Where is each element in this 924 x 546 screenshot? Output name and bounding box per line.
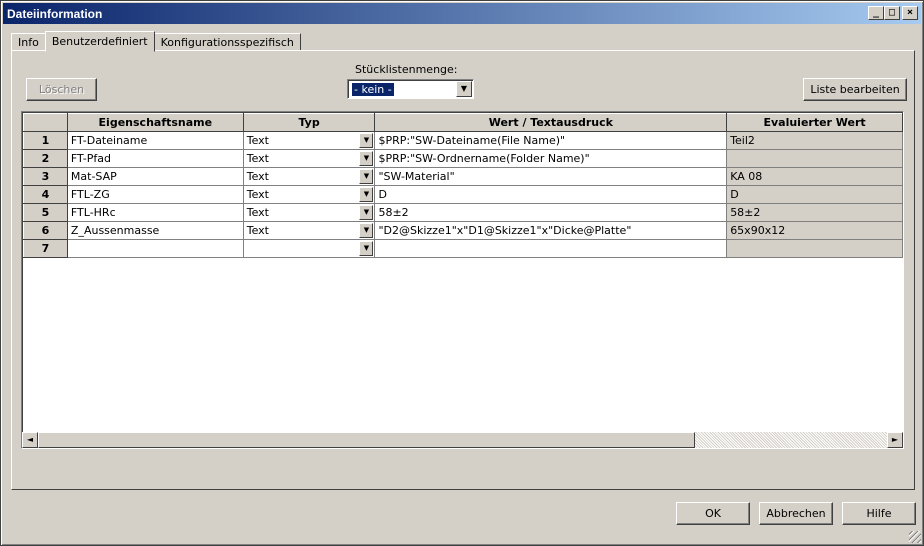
delete-button-label: Löschen [38, 83, 85, 96]
dropdown-arrow-icon[interactable]: ▼ [359, 169, 374, 184]
bom-quantity-label: Stücklistenmenge: [355, 63, 458, 76]
horizontal-scrollbar[interactable]: ◄ ► [22, 432, 903, 448]
help-button-label: Hilfe [866, 507, 892, 520]
type-value: Text [246, 134, 269, 147]
type-value: Text [246, 206, 269, 219]
close-button[interactable]: × [902, 6, 918, 20]
properties-grid: Eigenschaftsname Typ Wert / Textausdruck… [21, 111, 904, 449]
tab-info[interactable]: Info [11, 33, 46, 51]
header-row: Eigenschaftsname Typ Wert / Textausdruck… [23, 113, 903, 132]
value-cell[interactable]: $PRP:"SW-Ordnername(Folder Name)" [374, 149, 728, 168]
property-name-cell[interactable]: FTL-ZG [66, 185, 244, 204]
property-name-cell[interactable]: FTL-HRc [66, 203, 244, 222]
dropdown-arrow-icon[interactable]: ▼ [359, 187, 374, 202]
type-cell[interactable]: Text ▼ [242, 131, 376, 150]
scroll-right-icon[interactable]: ► [887, 432, 903, 448]
resize-grip-icon[interactable] [909, 531, 921, 543]
type-value: Text [246, 188, 269, 201]
tab-custom[interactable]: Benutzerdefiniert [44, 31, 155, 52]
maximize-button[interactable]: □ [884, 6, 900, 20]
edit-list-button-label: Liste bearbeiten [810, 83, 900, 96]
scroll-left-icon[interactable]: ◄ [22, 432, 38, 448]
row-number[interactable]: 7 [23, 239, 68, 258]
type-cell[interactable]: ▼ [242, 239, 376, 258]
scroll-thumb[interactable] [38, 432, 695, 448]
value-cell[interactable]: 58±2 [374, 203, 728, 222]
type-cell[interactable]: Text ▼ [242, 149, 376, 168]
value-cell[interactable]: $PRP:"SW-Dateiname(File Name)" [374, 131, 728, 150]
bom-quantity-value: - kein - [352, 83, 394, 96]
column-header-property-name[interactable]: Eigenschaftsname [66, 113, 244, 132]
edit-list-button[interactable]: Liste bearbeiten [803, 78, 907, 101]
cancel-button-label: Abbrechen [766, 507, 826, 520]
row-number[interactable]: 5 [23, 203, 68, 222]
property-name-cell[interactable]: FT-Pfad [66, 149, 244, 168]
table-row[interactable]: 5 FTL-HRc Text ▼ 58±2 58±2 [23, 203, 903, 222]
cancel-button[interactable]: Abbrechen [759, 502, 833, 525]
property-name-cell[interactable]: Mat-SAP [66, 167, 244, 186]
help-button[interactable]: Hilfe [842, 502, 916, 525]
corner-header[interactable] [23, 113, 68, 132]
title-bar[interactable]: Dateiinformation _ □ × [3, 3, 921, 24]
property-name-cell[interactable]: FT-Dateiname [66, 131, 244, 150]
table-row[interactable]: 3 Mat-SAP Text ▼ "SW-Material" KA 08 [23, 167, 903, 186]
delete-button[interactable]: Löschen [26, 78, 97, 101]
row-number[interactable]: 4 [23, 185, 68, 204]
evaluated-value-cell: KA 08 [726, 167, 903, 186]
file-info-dialog: Dateiinformation _ □ × Info Benutzerdefi… [0, 0, 924, 546]
dropdown-arrow-icon[interactable]: ▼ [359, 241, 374, 256]
property-name-cell[interactable] [66, 239, 244, 258]
table-row[interactable]: 4 FTL-ZG Text ▼ D D [23, 185, 903, 204]
evaluated-value-cell: 58±2 [726, 203, 903, 222]
type-cell[interactable]: Text ▼ [242, 167, 376, 186]
value-cell[interactable]: D [374, 185, 728, 204]
row-number[interactable]: 1 [23, 131, 68, 150]
value-cell[interactable] [374, 239, 728, 258]
evaluated-value-cell: 65x90x12 [726, 221, 903, 240]
row-number[interactable]: 3 [23, 167, 68, 186]
type-value: Text [246, 224, 269, 237]
type-cell[interactable]: Text ▼ [242, 185, 376, 204]
bom-quantity-select[interactable]: - kein - ▼ [347, 79, 474, 99]
column-header-evaluated-value[interactable]: Evaluierter Wert [726, 113, 903, 132]
column-header-type[interactable]: Typ [242, 113, 376, 132]
tab-strip: Info Benutzerdefiniert Konfigurationsspe… [11, 31, 301, 52]
window-controls: _ □ × [868, 6, 918, 20]
value-cell[interactable]: "D2@Skizze1"x"D1@Skizze1"x"Dicke@Platte" [374, 221, 728, 240]
row-number[interactable]: 2 [23, 149, 68, 168]
table-row[interactable]: 6 Z_Aussenmasse Text ▼ "D2@Skizze1"x"D1@Skiz… [23, 221, 903, 240]
table-row[interactable]: 7 ▼ [23, 239, 903, 258]
value-cell[interactable]: "SW-Material" [374, 167, 728, 186]
type-value: Text [246, 170, 269, 183]
evaluated-value-cell: D [726, 185, 903, 204]
window-title: Dateiinformation [7, 6, 103, 21]
ok-button[interactable]: OK [676, 502, 750, 525]
properties-table: Eigenschaftsname Typ Wert / Textausdruck… [23, 113, 903, 258]
dropdown-arrow-icon[interactable]: ▼ [359, 151, 374, 166]
type-cell[interactable]: Text ▼ [242, 221, 376, 240]
type-cell[interactable]: Text ▼ [242, 203, 376, 222]
column-header-value[interactable]: Wert / Textausdruck [374, 113, 728, 132]
table-row[interactable]: 2 FT-Pfad Text ▼ $PRP:"SW-Ordnername(Folder … [23, 149, 903, 168]
evaluated-value-cell: Teil2 [726, 131, 903, 150]
evaluated-value-cell [726, 239, 903, 258]
dropdown-arrow-icon[interactable]: ▼ [359, 133, 374, 148]
ok-button-label: OK [705, 507, 721, 520]
table-row[interactable]: 1 FT-Dateiname Text ▼ $PRP:"SW-Dateiname(Fil… [23, 131, 903, 150]
minimize-button[interactable]: _ [868, 6, 884, 20]
property-name-cell[interactable]: Z_Aussenmasse [66, 221, 244, 240]
tab-configuration-specific[interactable]: Konfigurationsspezifisch [153, 33, 301, 51]
dropdown-arrow-icon[interactable]: ▼ [359, 205, 374, 220]
dropdown-arrow-icon[interactable]: ▼ [359, 223, 374, 238]
evaluated-value-cell [726, 149, 903, 168]
type-value: Text [246, 152, 269, 165]
dropdown-arrow-icon[interactable]: ▼ [456, 81, 472, 97]
row-number[interactable]: 6 [23, 221, 68, 240]
